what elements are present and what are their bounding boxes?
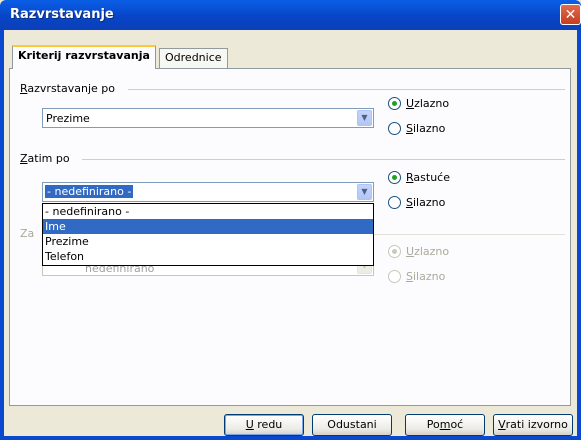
reset-button[interactable]: Vrati izvorno <box>493 414 573 436</box>
tab-label: Odrednice <box>165 51 222 64</box>
sort-key-2-dropdown-list: - nedefinirano - Ime Prezime Telefon <box>42 203 374 266</box>
title-bar[interactable]: Razvrstavanje ✕ <box>0 0 581 30</box>
sort-key-1-select[interactable]: Prezime ▼ <box>42 108 374 128</box>
sort-key-2-value: - nedefinirano - <box>45 185 134 198</box>
help-button[interactable]: Pomoć <box>405 414 485 436</box>
sort-key-3-label: Za <box>20 227 39 240</box>
cancel-button[interactable]: Odustani <box>312 414 392 436</box>
ok-button[interactable]: U redu <box>224 414 304 436</box>
radio-label: Silazno <box>406 270 446 283</box>
radio-label: Rastuće <box>406 171 450 184</box>
radio-indicator <box>388 122 401 135</box>
tab-sort-criteria[interactable]: Kriterij razvrstavanja <box>12 45 156 69</box>
window-frame-bottom <box>0 436 581 440</box>
radio-indicator <box>388 270 401 283</box>
tab-options[interactable]: Odrednice <box>159 48 228 68</box>
sort-key-1-label: Razvrstavanje po <box>20 82 119 95</box>
dropdown-option[interactable]: Ime <box>43 219 373 234</box>
radio-label: Uzlazno <box>406 97 450 110</box>
window-frame-right <box>577 30 581 440</box>
sort-dialog: Razvrstavanje ✕ Kriterij razvrstavanja O… <box>0 0 581 440</box>
chevron-down-icon[interactable]: ▼ <box>357 110 372 126</box>
radio-label: Uzlazno <box>406 245 450 258</box>
radio-indicator <box>388 196 401 209</box>
radio-label: Silazno <box>406 196 446 209</box>
radio-indicator <box>388 245 401 258</box>
sort-key-2-separator <box>82 159 565 160</box>
dropdown-option[interactable]: Prezime <box>43 234 373 249</box>
sort-key-2-label: Zatim po <box>20 152 74 165</box>
radio-label: Silazno <box>406 122 446 135</box>
chevron-down-icon[interactable]: ▼ <box>357 184 372 200</box>
tab-label: Kriterij razvrstavanja <box>18 49 150 62</box>
sort-key-1-value: Prezime <box>46 112 90 125</box>
sort-key-1-separator <box>128 89 565 90</box>
dropdown-option[interactable]: - nedefinirano - <box>43 204 373 219</box>
sort-key-2-select[interactable]: - nedefinirano - ▼ <box>42 182 374 202</box>
dropdown-option[interactable]: Telefon <box>43 249 373 264</box>
window-title: Razvrstavanje <box>10 7 114 22</box>
window-frame-left <box>0 30 4 440</box>
radio-indicator <box>388 97 401 110</box>
close-icon[interactable]: ✕ <box>560 4 581 25</box>
radio-indicator <box>388 171 401 184</box>
